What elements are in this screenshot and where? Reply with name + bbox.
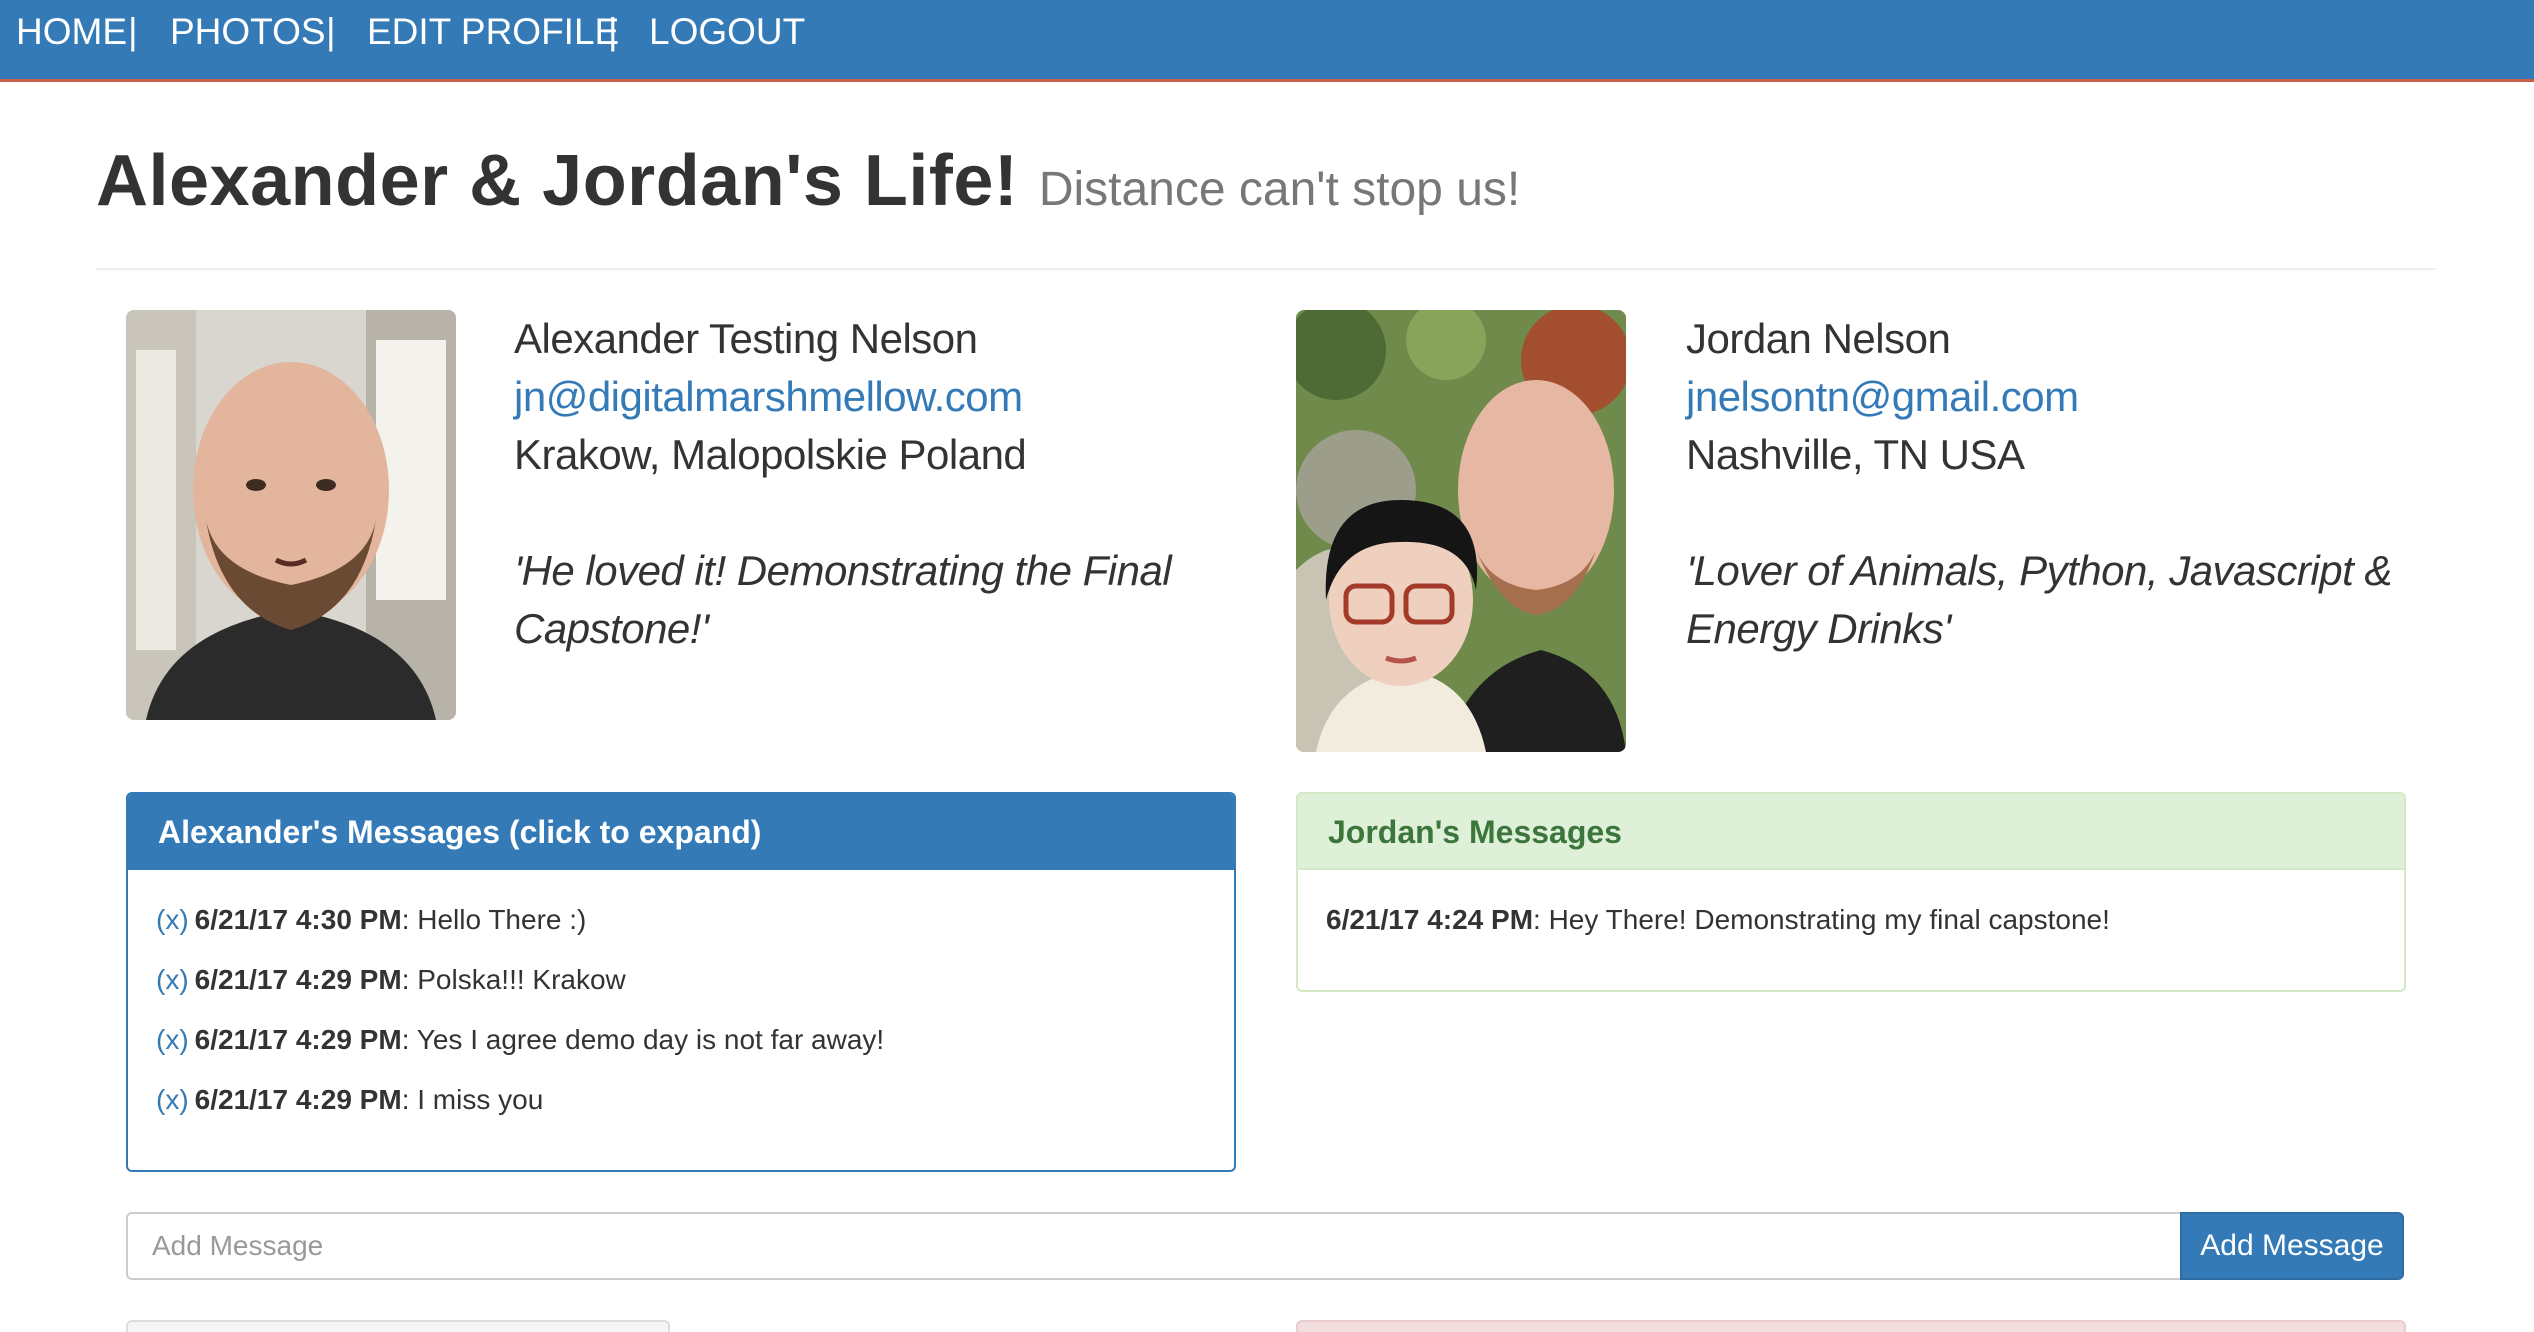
jordan-quote-line2: Energy Drinks'	[1686, 605, 1951, 652]
delete-message-link[interactable]: (x)	[156, 964, 189, 995]
nav-separator: |	[128, 11, 138, 52]
message-time: 6/21/17 4:29 PM	[194, 1084, 402, 1115]
alexander-quote-line2: Capstone!'	[514, 605, 709, 652]
add-message-input[interactable]	[126, 1212, 2182, 1280]
nav-logout-link[interactable]: LOGOUT	[649, 10, 805, 54]
jordan-messages-heading: Jordan's Messages	[1298, 794, 2404, 870]
message-text: : Polska!!! Krakow	[401, 964, 626, 995]
page-title: Alexander & Jordan's Life!	[96, 141, 1019, 221]
message-time: 6/21/17 4:30 PM	[194, 904, 402, 935]
jordan-email-link[interactable]: jnelsontn@gmail.com	[1686, 368, 2079, 426]
alexander-messages-heading[interactable]: Alexander's Messages (click to expand)	[128, 794, 1234, 870]
nav-photos-link[interactable]: PHOTOS	[170, 10, 326, 54]
delete-message-link[interactable]: (x)	[156, 1084, 189, 1115]
message-time: 6/21/17 4:24 PM	[1326, 904, 1534, 935]
alexander-quote-line1: 'He loved it! Demonstrating the Final	[514, 547, 1172, 594]
nav-separator: |	[608, 11, 618, 52]
nav-edit-profile-link[interactable]: EDIT PROFILE	[367, 10, 619, 54]
alexander-email-link[interactable]: jn@digitalmarshmellow.com	[514, 368, 1023, 426]
message-item: (x) 6/21/17 4:29 PM: Polska!!! Krakow	[156, 960, 1206, 1000]
message-time: 6/21/17 4:29 PM	[194, 1024, 402, 1055]
top-navbar: HOME | PHOTOS | EDIT PROFILE | LOGOUT	[0, 0, 2534, 82]
delete-message-link[interactable]: (x)	[156, 904, 189, 935]
nav-separator: |	[326, 11, 336, 52]
alexander-messages-body: (x) 6/21/17 4:30 PM: Hello There :) (x) 6/…	[128, 870, 1234, 1170]
jordan-avatar	[1296, 310, 1626, 752]
jordan-messages-panel: Jordan's Messages 6/21/17 4:24 PM: Hey T…	[1296, 792, 2406, 992]
alexander-avatar	[126, 310, 456, 720]
jordan-location: Nashville, TN USA	[1686, 431, 2025, 478]
message-text: : Yes I agree demo day is not far away!	[401, 1024, 885, 1055]
page-header: Alexander & Jordan's Life! Distance can'…	[96, 140, 2436, 270]
message-text: : I miss you	[401, 1084, 544, 1115]
message-text: : Hey There! Demonstrating my final caps…	[1533, 904, 2110, 935]
delete-message-link[interactable]: (x)	[156, 1024, 189, 1055]
jordan-quote-line1: 'Lover of Animals, Python, Javascript &	[1686, 547, 2392, 594]
page-subtitle: Distance can't stop us!	[1038, 163, 1521, 216]
nav-home-link[interactable]: HOME	[16, 10, 127, 54]
message-item: 6/21/17 4:24 PM: Hey There! Demonstratin…	[1326, 900, 2376, 940]
message-text: : Hello There :)	[401, 904, 587, 935]
message-item: (x) 6/21/17 4:30 PM: Hello There :)	[156, 900, 1206, 940]
message-item: (x) 6/21/17 4:29 PM: I miss you	[156, 1080, 1206, 1120]
jordan-name: Jordan Nelson	[1686, 315, 1951, 362]
add-message-button[interactable]: Add Message	[2180, 1212, 2404, 1280]
alexander-name: Alexander Testing Nelson	[514, 315, 978, 362]
panel-partial-right	[1296, 1320, 2406, 1332]
alexander-messages-panel: Alexander's Messages (click to expand) (…	[126, 792, 1236, 1172]
message-time: 6/21/17 4:29 PM	[194, 964, 402, 995]
alexander-location: Krakow, Malopolskie Poland	[514, 431, 1027, 478]
panel-partial-left	[126, 1320, 670, 1332]
message-item: (x) 6/21/17 4:29 PM: Yes I agree demo day…	[156, 1020, 1206, 1060]
jordan-messages-body: 6/21/17 4:24 PM: Hey There! Demonstratin…	[1298, 870, 2404, 990]
